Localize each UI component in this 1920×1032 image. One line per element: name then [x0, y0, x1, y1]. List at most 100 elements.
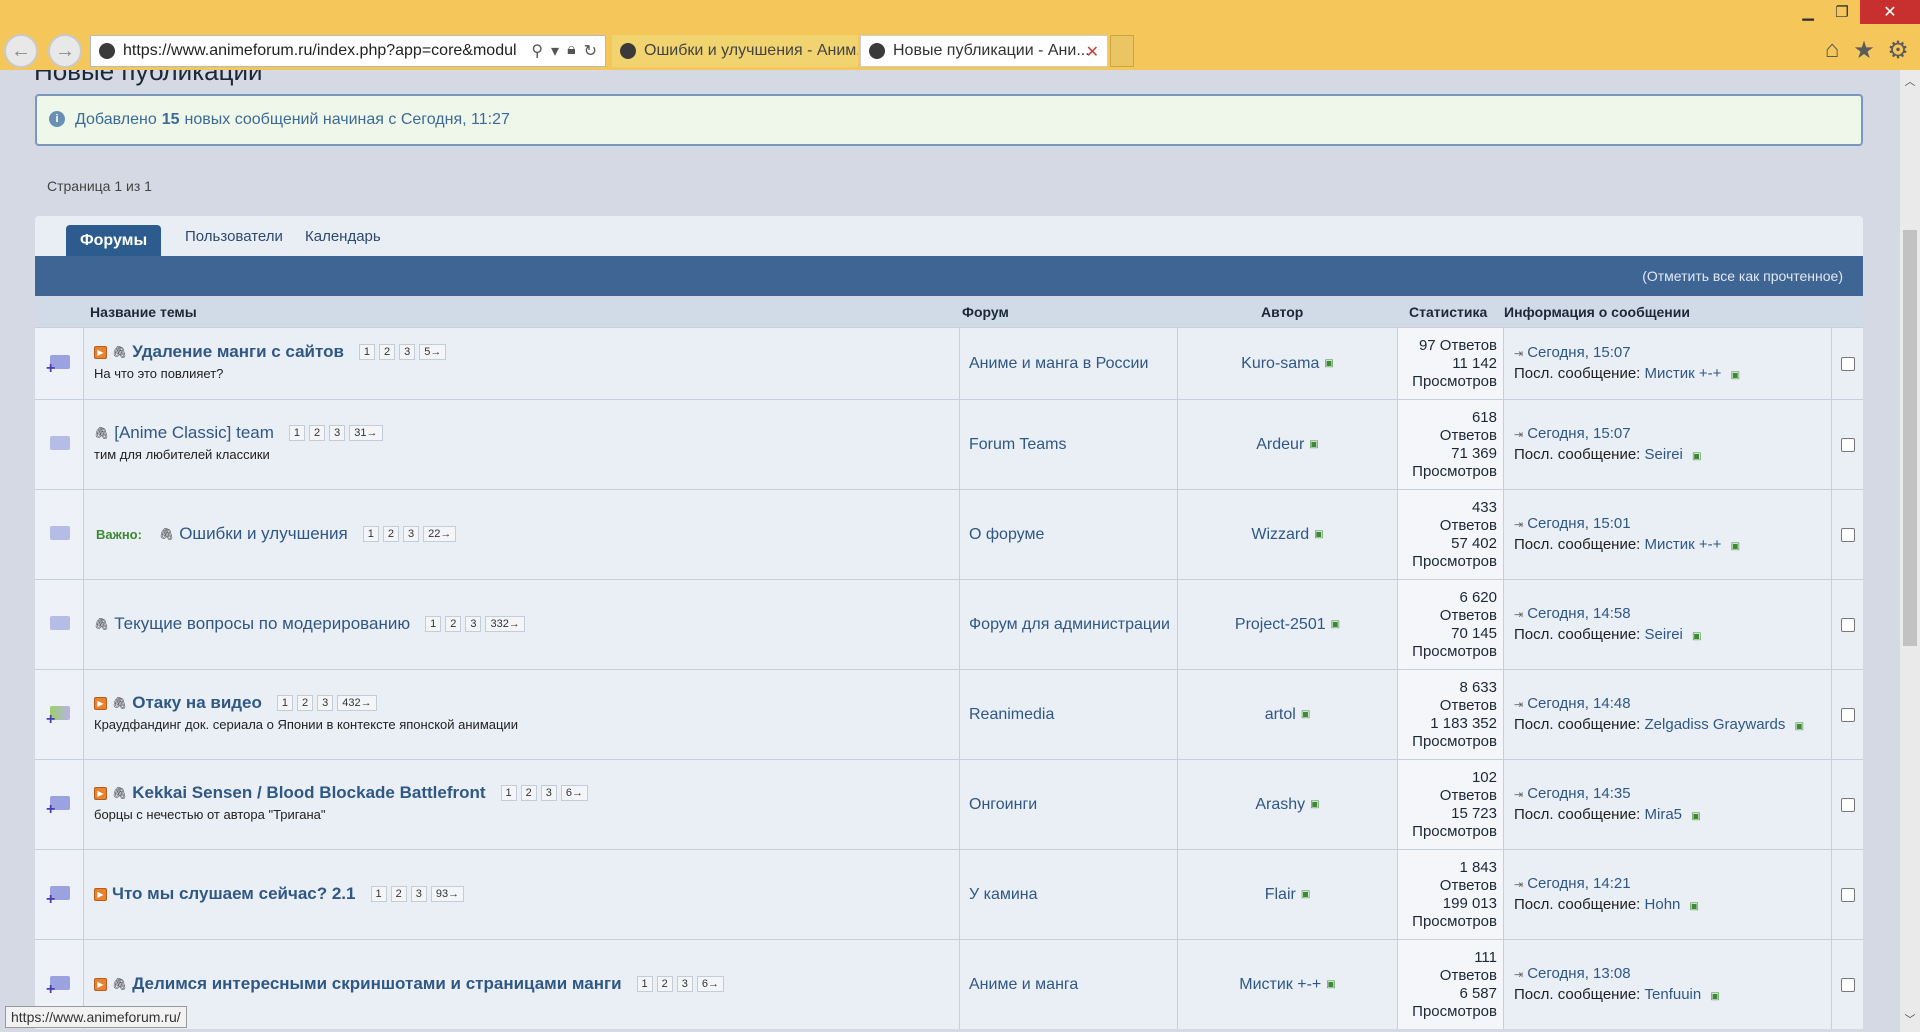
maximize-button[interactable]: ❐	[1822, 0, 1862, 24]
topic-title-link[interactable]: Что мы слушаем сейчас? 2.1	[112, 884, 356, 904]
forum-name[interactable]: Форум для администрации	[969, 616, 1170, 634]
page-link[interactable]: 2	[297, 695, 314, 711]
page-link[interactable]: 31→	[349, 425, 383, 441]
goto-last-icon[interactable]: ⇥	[1514, 789, 1523, 801]
author-link[interactable]: Flair	[1265, 886, 1296, 904]
forum-link[interactable]: О форуме	[959, 490, 1177, 579]
page-link[interactable]: 2	[309, 425, 326, 441]
close-window-button[interactable]: ✕	[1860, 0, 1920, 24]
column-stats[interactable]: Статистика	[1409, 304, 1487, 320]
page-link[interactable]: 332→	[485, 616, 525, 632]
lock-icon[interactable]: 🔒︎	[567, 41, 576, 61]
page-link[interactable]: 1	[425, 616, 442, 632]
goto-last-icon[interactable]: ⇥	[1514, 699, 1523, 711]
mark-all-read-link[interactable]: (Отметить все как прочтенное)	[1642, 268, 1843, 284]
topic-title-link[interactable]: Отаку на видео	[132, 693, 262, 713]
topic-title-link[interactable]: Текущие вопросы по модерированию	[114, 614, 410, 634]
last-post-time-link[interactable]: Сегодня, 15:07	[1527, 344, 1630, 361]
forum-link[interactable]: Reanimedia	[959, 670, 1177, 759]
last-post-user-link[interactable]: Mira5	[1645, 806, 1683, 823]
page-link[interactable]: 3	[403, 526, 420, 542]
scroll-up-icon[interactable]: ︿	[1903, 74, 1917, 88]
forum-link[interactable]: Аниме и манга в России	[959, 328, 1177, 399]
author-link[interactable]: Project-2501	[1235, 616, 1326, 634]
page-link[interactable]: 1	[288, 425, 306, 441]
page-link[interactable]: 5→	[419, 344, 447, 360]
page-link[interactable]: 1	[636, 976, 653, 992]
forum-link[interactable]: Онгоинги	[959, 760, 1177, 849]
last-post-user-link[interactable]: Hohn	[1645, 896, 1681, 913]
last-post-user-link[interactable]: Мистик +-+	[1645, 536, 1722, 553]
profile-card-icon[interactable]: ▣	[1331, 619, 1340, 630]
author-link[interactable]: Arashy	[1255, 796, 1305, 814]
goto-last-icon[interactable]: ⇥	[1514, 348, 1523, 360]
author-link[interactable]: Ardeur	[1256, 436, 1304, 454]
select-topic-checkbox[interactable]	[1840, 356, 1855, 371]
select-topic-checkbox[interactable]	[1840, 617, 1855, 632]
last-post-time-link[interactable]: Сегодня, 14:48	[1527, 695, 1630, 712]
last-post-time-link[interactable]: Сегодня, 14:58	[1527, 605, 1630, 622]
page-link[interactable]: 3	[465, 616, 482, 632]
page-link[interactable]: 3	[540, 785, 557, 801]
page-link[interactable]: 22→	[423, 526, 457, 542]
profile-card-icon[interactable]: ▣	[1731, 366, 1740, 385]
browser-tab-new-posts[interactable]: Новые публикации - Ани... ✕	[860, 35, 1108, 67]
last-post-user-link[interactable]: Мистик +-+	[1645, 365, 1722, 382]
new-tab-button[interactable]	[1110, 35, 1134, 67]
profile-card-icon[interactable]: ▣	[1301, 889, 1310, 900]
profile-card-icon[interactable]: ▣	[1795, 717, 1804, 736]
scroll-thumb[interactable]	[1903, 230, 1917, 646]
page-link[interactable]: 1	[500, 785, 517, 801]
profile-card-icon[interactable]: ▣	[1301, 709, 1310, 720]
forum-name[interactable]: Forum Teams	[969, 436, 1067, 454]
page-link[interactable]: 93→	[430, 886, 465, 902]
select-topic-checkbox[interactable]	[1840, 527, 1855, 542]
tab-close-icon[interactable]: ✕	[1086, 42, 1099, 62]
column-forum[interactable]: Форум	[962, 304, 1009, 320]
author-link[interactable]: Wizzard	[1251, 526, 1309, 544]
favorites-star-icon[interactable]: ★	[1850, 36, 1878, 64]
address-bar[interactable]: https://www.animeforum.ru/index.php?app=…	[90, 35, 606, 67]
select-topic-checkbox[interactable]	[1840, 977, 1855, 992]
page-link[interactable]: 2	[656, 976, 673, 992]
topic-title-link[interactable]: Kekkai Sensen / Blood Blockade Battlefro…	[132, 783, 485, 803]
select-topic-checkbox[interactable]	[1840, 437, 1855, 452]
page-link[interactable]: 3	[399, 344, 416, 360]
topic-status-icon-cell[interactable]: +	[35, 850, 83, 939]
page-link[interactable]: 3	[410, 886, 427, 902]
profile-card-icon[interactable]: ▣	[1324, 358, 1333, 369]
home-icon[interactable]: ⌂	[1818, 36, 1846, 64]
goto-last-icon[interactable]: ⇥	[1514, 429, 1523, 441]
page-link[interactable]: 2	[445, 616, 462, 632]
topic-status-icon-cell[interactable]: +	[35, 760, 83, 849]
last-post-user-link[interactable]: Tenfuuin	[1645, 986, 1702, 1003]
profile-card-icon[interactable]: ▣	[1731, 537, 1740, 556]
author-link[interactable]: Kuro-sama	[1241, 355, 1319, 373]
forum-name[interactable]: Reanimedia	[969, 706, 1054, 724]
page-link[interactable]: 1	[276, 695, 294, 711]
refresh-icon[interactable]: ↻	[584, 41, 597, 61]
page-link[interactable]: 2	[390, 886, 407, 902]
page-link[interactable]: 432→	[337, 695, 377, 711]
tab-users[interactable]: Пользователи	[185, 216, 283, 256]
forum-name[interactable]: Аниме и манга в России	[969, 355, 1148, 373]
profile-card-icon[interactable]: ▣	[1309, 439, 1318, 450]
forum-name[interactable]: У камина	[969, 886, 1038, 904]
page-link[interactable]: 1	[362, 526, 379, 542]
page-scrollbar[interactable]: ︿ ﹀	[1900, 70, 1920, 1032]
tab-calendar[interactable]: Календарь	[305, 216, 381, 256]
tab-forums[interactable]: Форумы	[66, 225, 162, 256]
last-post-time-link[interactable]: Сегодня, 15:01	[1527, 515, 1630, 532]
forum-link[interactable]: У камина	[959, 850, 1177, 939]
search-icon[interactable]: ⚲	[531, 41, 543, 61]
topic-status-icon-cell[interactable]: +	[35, 580, 83, 669]
forum-link[interactable]: Forum Teams	[959, 400, 1177, 489]
column-author[interactable]: Автор	[1261, 304, 1303, 320]
last-post-time-link[interactable]: Сегодня, 14:21	[1527, 875, 1630, 892]
page-link[interactable]: 2	[520, 785, 537, 801]
profile-card-icon[interactable]: ▣	[1326, 979, 1335, 990]
select-topic-checkbox[interactable]	[1840, 887, 1855, 902]
page-link[interactable]: 1	[370, 886, 387, 902]
topic-status-icon-cell[interactable]: +	[35, 490, 83, 579]
profile-card-icon[interactable]: ▣	[1314, 529, 1323, 540]
